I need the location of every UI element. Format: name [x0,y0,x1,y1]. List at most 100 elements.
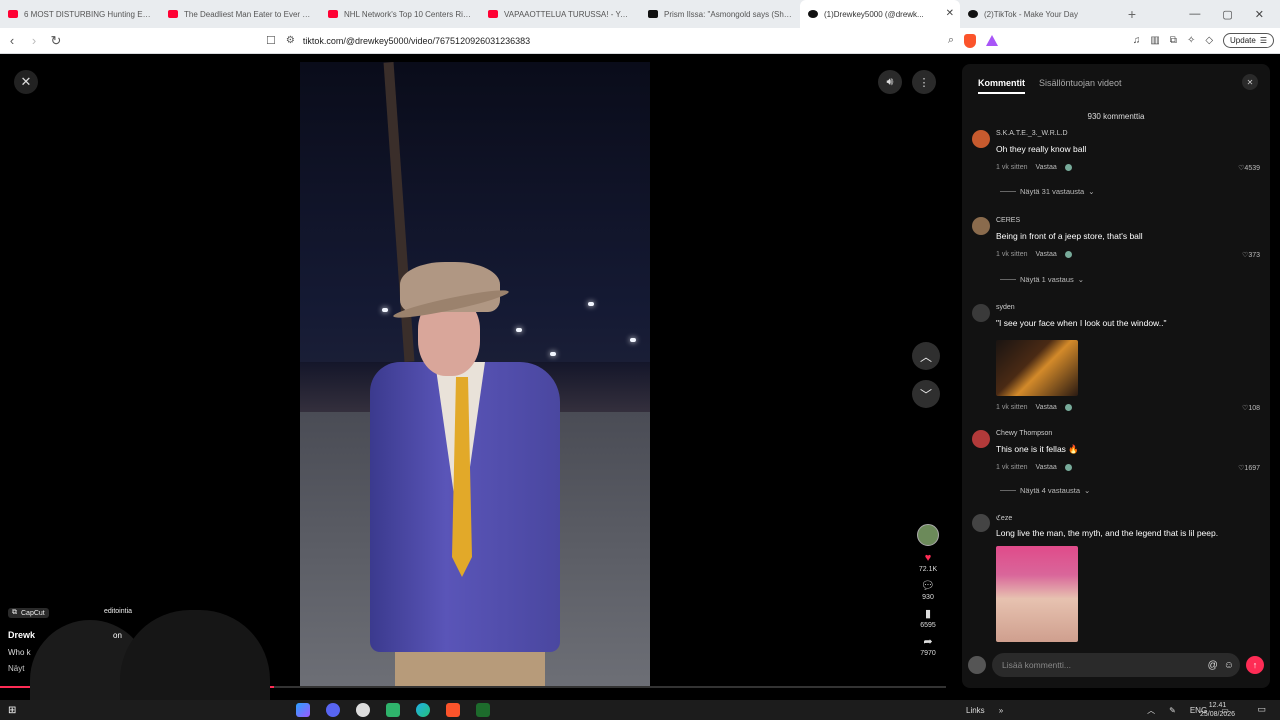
comment-image[interactable] [996,340,1078,396]
emoji-icon[interactable]: ☺ [1224,660,1234,671]
links-toolbar[interactable]: Links [966,706,985,715]
more-vertical-icon: ⋮ [918,76,930,89]
back-icon[interactable]: ‹ [2,33,22,48]
comment-username[interactable]: Chewy Thompson [996,430,1052,437]
comment-like-button[interactable]: ♡373 [1242,251,1260,259]
comment-input-placeholder: Lisää kommentti... [1002,660,1071,670]
reply-button[interactable]: Vastaa [1036,404,1057,411]
comment-like-count: 108 [1248,405,1260,412]
comment-item: S.K.A.T.E._3._W.R.L.D Oh they really kno… [972,130,1262,200]
video-description-more[interactable]: Näyt [8,664,24,673]
close-video-button[interactable]: ✕ [14,70,38,94]
comment-like-button[interactable]: ♡4539 [1238,164,1260,172]
media-player-icon[interactable] [476,703,490,717]
windows-start-icon[interactable]: ⊞ [8,705,16,716]
brave-icon[interactable] [446,703,460,717]
comment-button[interactable]: 💬︎ 930 [921,579,935,601]
avatar[interactable] [972,430,990,448]
tab-creator-videos[interactable]: Sisällöntuojan videot [1039,78,1122,94]
close-window-icon[interactable]: ✕ [1255,8,1264,21]
discord-icon[interactable] [326,703,340,717]
site-settings-icon[interactable]: ⚙ [286,35,295,46]
minimize-icon[interactable]: — [1189,8,1200,21]
zoom-icon[interactable]: ⌕ [948,34,954,47]
clock-date: 25/08/2026 [1200,711,1236,718]
video-light [382,308,388,312]
webcam-hat [120,610,270,700]
next-video-button[interactable]: ﹀ [912,380,940,408]
address-bar[interactable]: ⚙ tiktok.com/@drewkey5000/video/76751209… [286,31,942,51]
reply-button[interactable]: Vastaa [1036,464,1057,471]
avatar[interactable] [972,130,990,148]
edge-icon[interactable] [416,703,430,717]
comment-count: 930 [922,594,934,601]
capcut-badge[interactable]: ⧉ CapCut [8,608,49,618]
reload-icon[interactable]: ↻ [46,33,66,49]
view-replies-button[interactable]: Näytä 4 vastausta ⌄ [1000,486,1090,495]
reply-button[interactable]: Vastaa [1036,164,1057,171]
bookmark-icon[interactable]: ☐ [266,34,276,47]
browser-tab[interactable]: VAPAAOTTELUA TURUSSA! - YouTub... [480,0,640,28]
tray-expand-icon[interactable]: ︿ [1147,705,1155,716]
avatar [968,656,986,674]
brave-rewards-icon[interactable] [986,35,999,46]
browser-tab[interactable]: Prism Ilssa: "Asmongold says (Sho... [640,0,800,28]
save-button[interactable]: ▮ 6595 [920,607,936,629]
update-label: Update [1230,36,1256,45]
view-replies-button[interactable]: Näytä 31 vastausta ⌄ [1000,187,1095,196]
comment-input[interactable]: Lisää kommentti... @ ☺ [992,653,1240,677]
video-light [588,302,594,306]
app-icon[interactable] [356,703,370,717]
browser-tab[interactable]: NHL Network's Top 10 Centers Right... [320,0,480,28]
avatar[interactable] [972,217,990,235]
browser-tab[interactable]: The Deadliest Man Eater to Ever Exis... [160,0,320,28]
comment-like-button[interactable]: ♡1697 [1238,464,1260,472]
close-panel-button[interactable]: ✕ [1242,74,1258,90]
more-options-button[interactable]: ⋮ [912,70,936,94]
send-comment-button[interactable]: ↑ [1246,656,1264,674]
comment-username[interactable]: ℭeze [996,514,1012,522]
browser-tab-active[interactable]: (1)Drewkey5000 (@drewk... ✕ [800,0,960,28]
previous-video-button[interactable]: ︿ [912,342,940,370]
video-author[interactable]: Drewk on [8,630,122,640]
tab-title: VAPAAOTTELUA TURUSSA! - YouTub... [504,9,632,19]
close-tab-icon[interactable]: ✕ [946,8,954,19]
notification-icon[interactable]: ▭ [1257,704,1266,715]
copilot-icon[interactable] [296,703,310,717]
share-button[interactable]: ➦ 7970 [920,635,936,657]
pen-icon[interactable]: ✎ [1169,706,1176,715]
comment-image[interactable] [996,546,1078,642]
comment-username[interactable]: CERES [996,217,1020,224]
browser-tab[interactable]: 6 MOST DISTURBING Hunting Enco... [0,0,160,28]
update-button[interactable]: Update ☰ [1223,33,1274,48]
vpn-icon[interactable]: ◇ [1205,35,1213,46]
video-player[interactable] [300,62,650,688]
sidebar-icon[interactable]: ▥ [1150,35,1159,46]
media-icon[interactable]: ♫ [1133,35,1141,46]
mention-icon[interactable]: @ [1208,660,1218,671]
reply-button[interactable]: Vastaa [1036,251,1057,258]
forward-icon[interactable]: › [24,33,44,48]
avatar[interactable] [972,514,990,532]
clock[interactable]: 12.41 25/08/2026 [1200,701,1235,719]
like-button[interactable]: ♥ 72.1K [919,552,937,573]
extensions-icon[interactable]: ⧉ [1170,35,1177,46]
video-description: Who k [8,648,31,657]
comment-username[interactable]: S.K.A.T.E._3._W.R.L.D [996,130,1068,137]
comment-time: 1 vk sitten [996,251,1028,258]
app-icon[interactable] [386,703,400,717]
view-replies-button[interactable]: Näytä 1 vastaus ⌄ [1000,275,1084,284]
comment-username[interactable]: syden [996,304,1015,311]
comment-like-button[interactable]: ♡108 [1242,404,1260,412]
avatar[interactable] [972,304,990,322]
tab-comments[interactable]: Kommentit [978,78,1025,94]
volume-button[interactable]: 🔊︎ [878,70,902,94]
browser-tab[interactable]: (2)TikTok - Make Your Day [960,0,1120,28]
brave-shield-icon[interactable] [964,33,977,48]
share-icon: ➦ [923,636,933,648]
maximize-icon[interactable]: ▢ [1222,8,1232,21]
new-tab-icon[interactable]: + [1120,6,1144,22]
creator-avatar[interactable] [917,524,939,546]
leo-icon[interactable]: ✧ [1187,35,1195,46]
chevron-icon[interactable]: » [999,706,1003,715]
